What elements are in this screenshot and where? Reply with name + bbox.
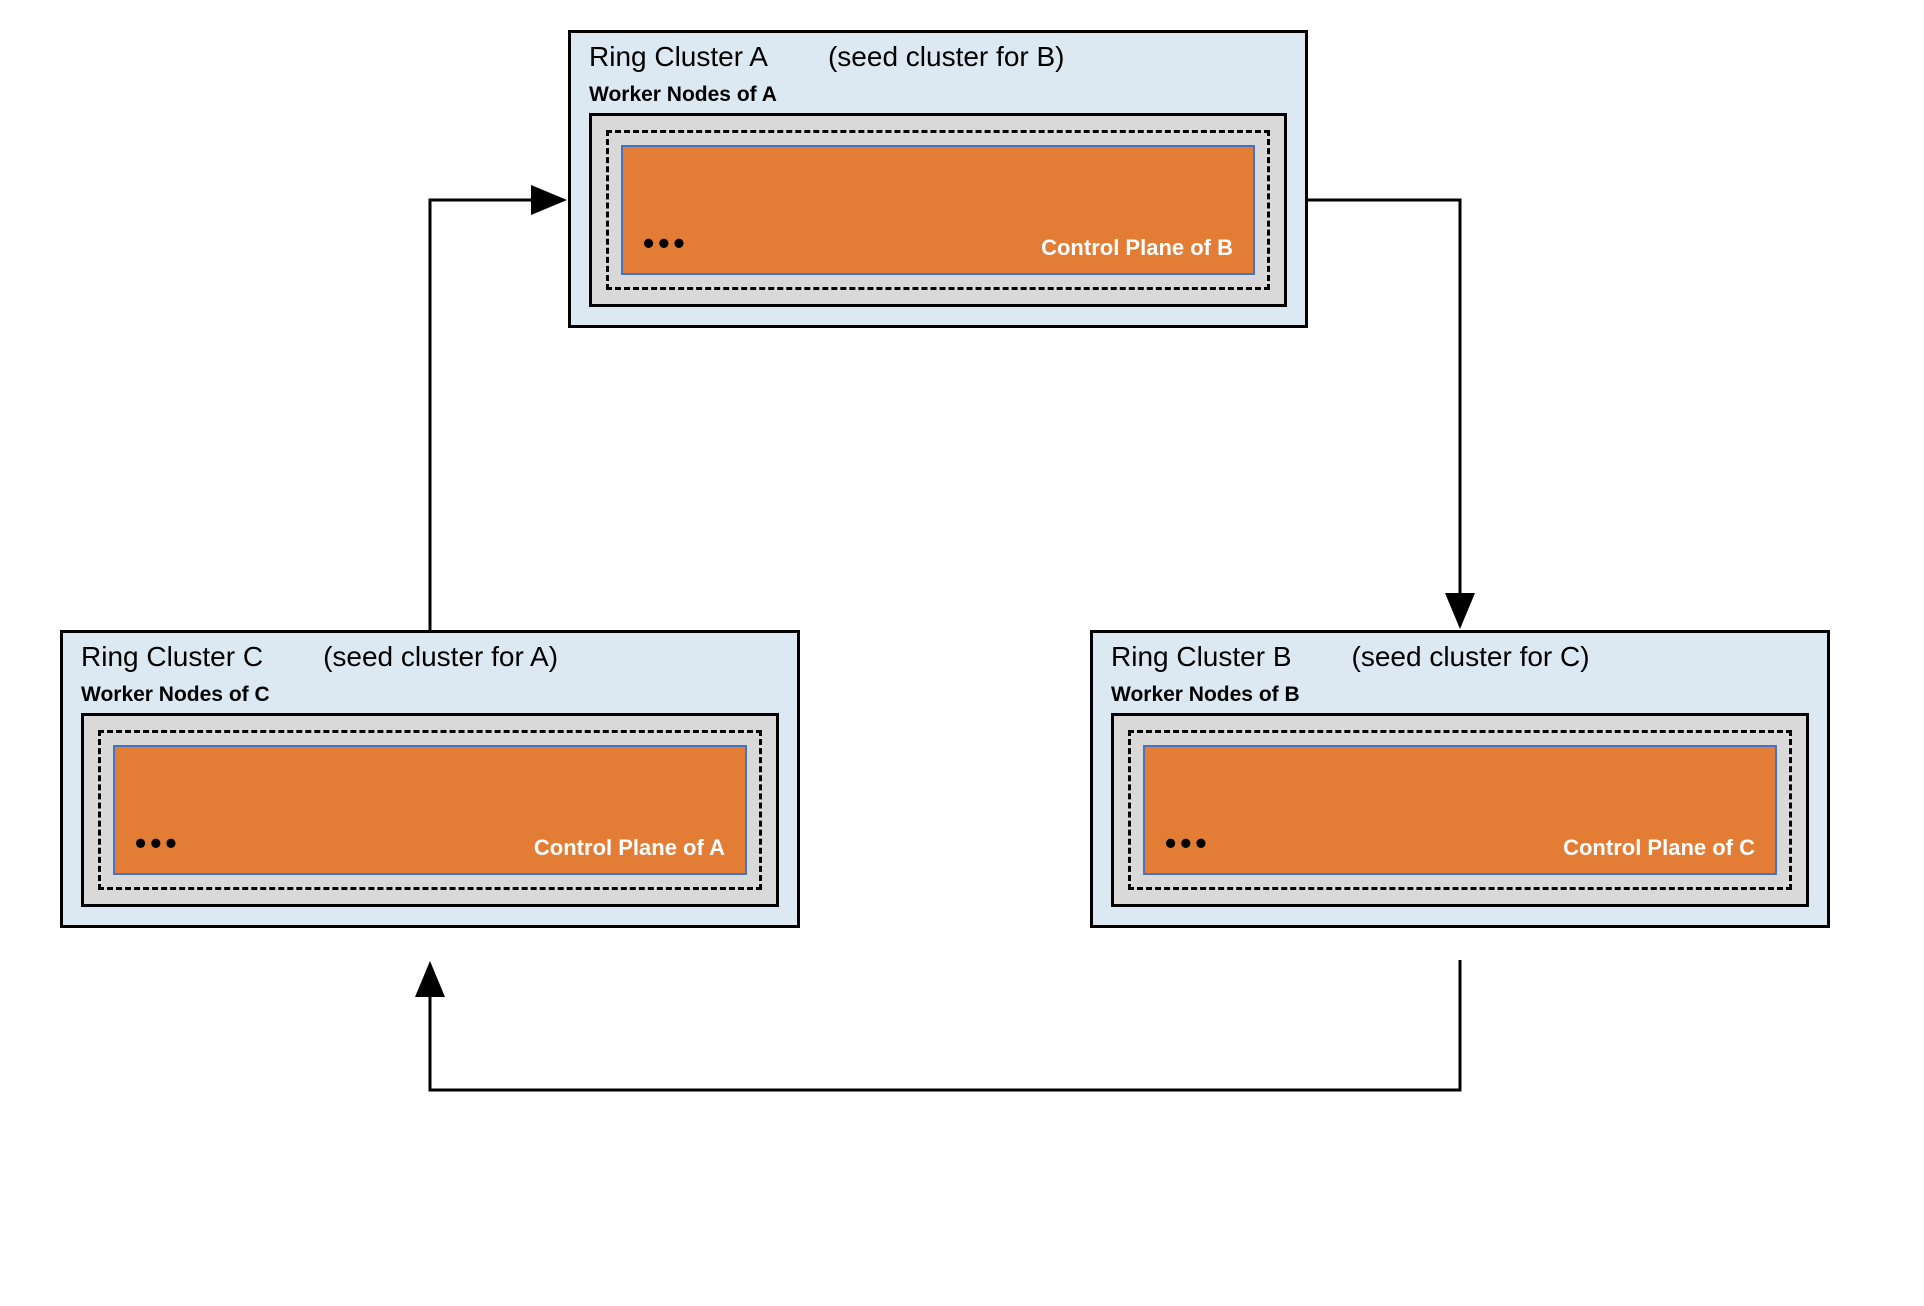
cluster-c-control-label: Control Plane of A	[534, 835, 725, 861]
cluster-c-body: Worker Nodes of C ••• Control Plane of A	[63, 679, 797, 925]
arrow-c-to-a	[430, 200, 564, 630]
cluster-c-header: Ring Cluster C (seed cluster for A)	[63, 633, 797, 679]
cluster-b-title: Ring Cluster B	[1111, 641, 1292, 673]
cluster-c-title: Ring Cluster C	[81, 641, 263, 673]
cluster-c-worker-label: Worker Nodes of C	[81, 683, 779, 707]
cluster-b-dots: •••	[1165, 827, 1211, 859]
cluster-c-worker-box: ••• Control Plane of A	[81, 713, 779, 907]
cluster-c-control-plane: ••• Control Plane of A	[113, 745, 747, 875]
ring-cluster-diagram: Ring Cluster A (seed cluster for B) Work…	[0, 0, 1924, 1306]
cluster-c: Ring Cluster C (seed cluster for A) Work…	[60, 630, 800, 928]
cluster-c-dots: •••	[135, 827, 181, 859]
cluster-b-worker-label: Worker Nodes of B	[1111, 683, 1809, 707]
cluster-a-header: Ring Cluster A (seed cluster for B)	[571, 33, 1305, 79]
cluster-a-worker-box: ••• Control Plane of B	[589, 113, 1287, 307]
cluster-c-seed: (seed cluster for A)	[323, 641, 558, 673]
cluster-a-control-label: Control Plane of B	[1041, 235, 1233, 261]
cluster-b: Ring Cluster B (seed cluster for C) Work…	[1090, 630, 1830, 928]
cluster-b-dashed-box: ••• Control Plane of C	[1128, 730, 1792, 890]
cluster-b-body: Worker Nodes of B ••• Control Plane of C	[1093, 679, 1827, 925]
cluster-a-dashed-box: ••• Control Plane of B	[606, 130, 1270, 290]
cluster-b-control-plane: ••• Control Plane of C	[1143, 745, 1777, 875]
arrow-a-to-b	[1308, 200, 1460, 626]
cluster-a: Ring Cluster A (seed cluster for B) Work…	[568, 30, 1308, 328]
cluster-b-header: Ring Cluster B (seed cluster for C)	[1093, 633, 1827, 679]
cluster-b-seed: (seed cluster for C)	[1352, 641, 1590, 673]
cluster-a-control-plane: ••• Control Plane of B	[621, 145, 1255, 275]
cluster-a-title: Ring Cluster A	[589, 41, 768, 73]
cluster-a-dots: •••	[643, 227, 689, 259]
cluster-a-worker-label: Worker Nodes of A	[589, 83, 1287, 107]
cluster-a-body: Worker Nodes of A ••• Control Plane of B	[571, 79, 1305, 325]
cluster-b-control-label: Control Plane of C	[1563, 835, 1755, 861]
arrow-b-to-c	[430, 960, 1460, 1090]
cluster-c-dashed-box: ••• Control Plane of A	[98, 730, 762, 890]
cluster-a-seed: (seed cluster for B)	[828, 41, 1065, 73]
cluster-b-worker-box: ••• Control Plane of C	[1111, 713, 1809, 907]
